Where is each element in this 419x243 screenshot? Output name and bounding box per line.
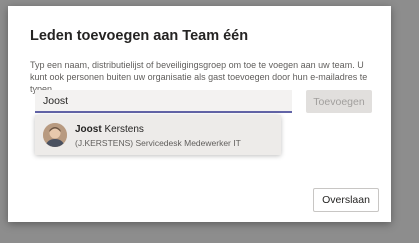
- dialog-title: Leden toevoegen aan Team één: [30, 28, 249, 44]
- add-members-dialog: Leden toevoegen aan Team één Typ een naa…: [8, 6, 391, 222]
- suggestion-detail: (J.KERSTENS) Servicedesk Medewerker IT: [75, 138, 241, 148]
- search-input[interactable]: [35, 90, 292, 111]
- suggestion-name: Joost Kerstens: [75, 124, 144, 135]
- avatar: [43, 123, 67, 147]
- skip-button[interactable]: Overslaan: [313, 188, 379, 212]
- suggestion-first-name: Joost: [75, 124, 102, 135]
- search-field[interactable]: [35, 90, 292, 113]
- suggestion-last-name: Kerstens: [101, 124, 144, 135]
- add-button[interactable]: Toevoegen: [306, 90, 372, 113]
- suggestion-item[interactable]: Joost Kerstens (J.KERSTENS) Servicedesk …: [35, 115, 281, 155]
- user-photo-icon: [43, 123, 67, 147]
- suggestion-dropdown: Joost Kerstens (J.KERSTENS) Servicedesk …: [35, 115, 281, 155]
